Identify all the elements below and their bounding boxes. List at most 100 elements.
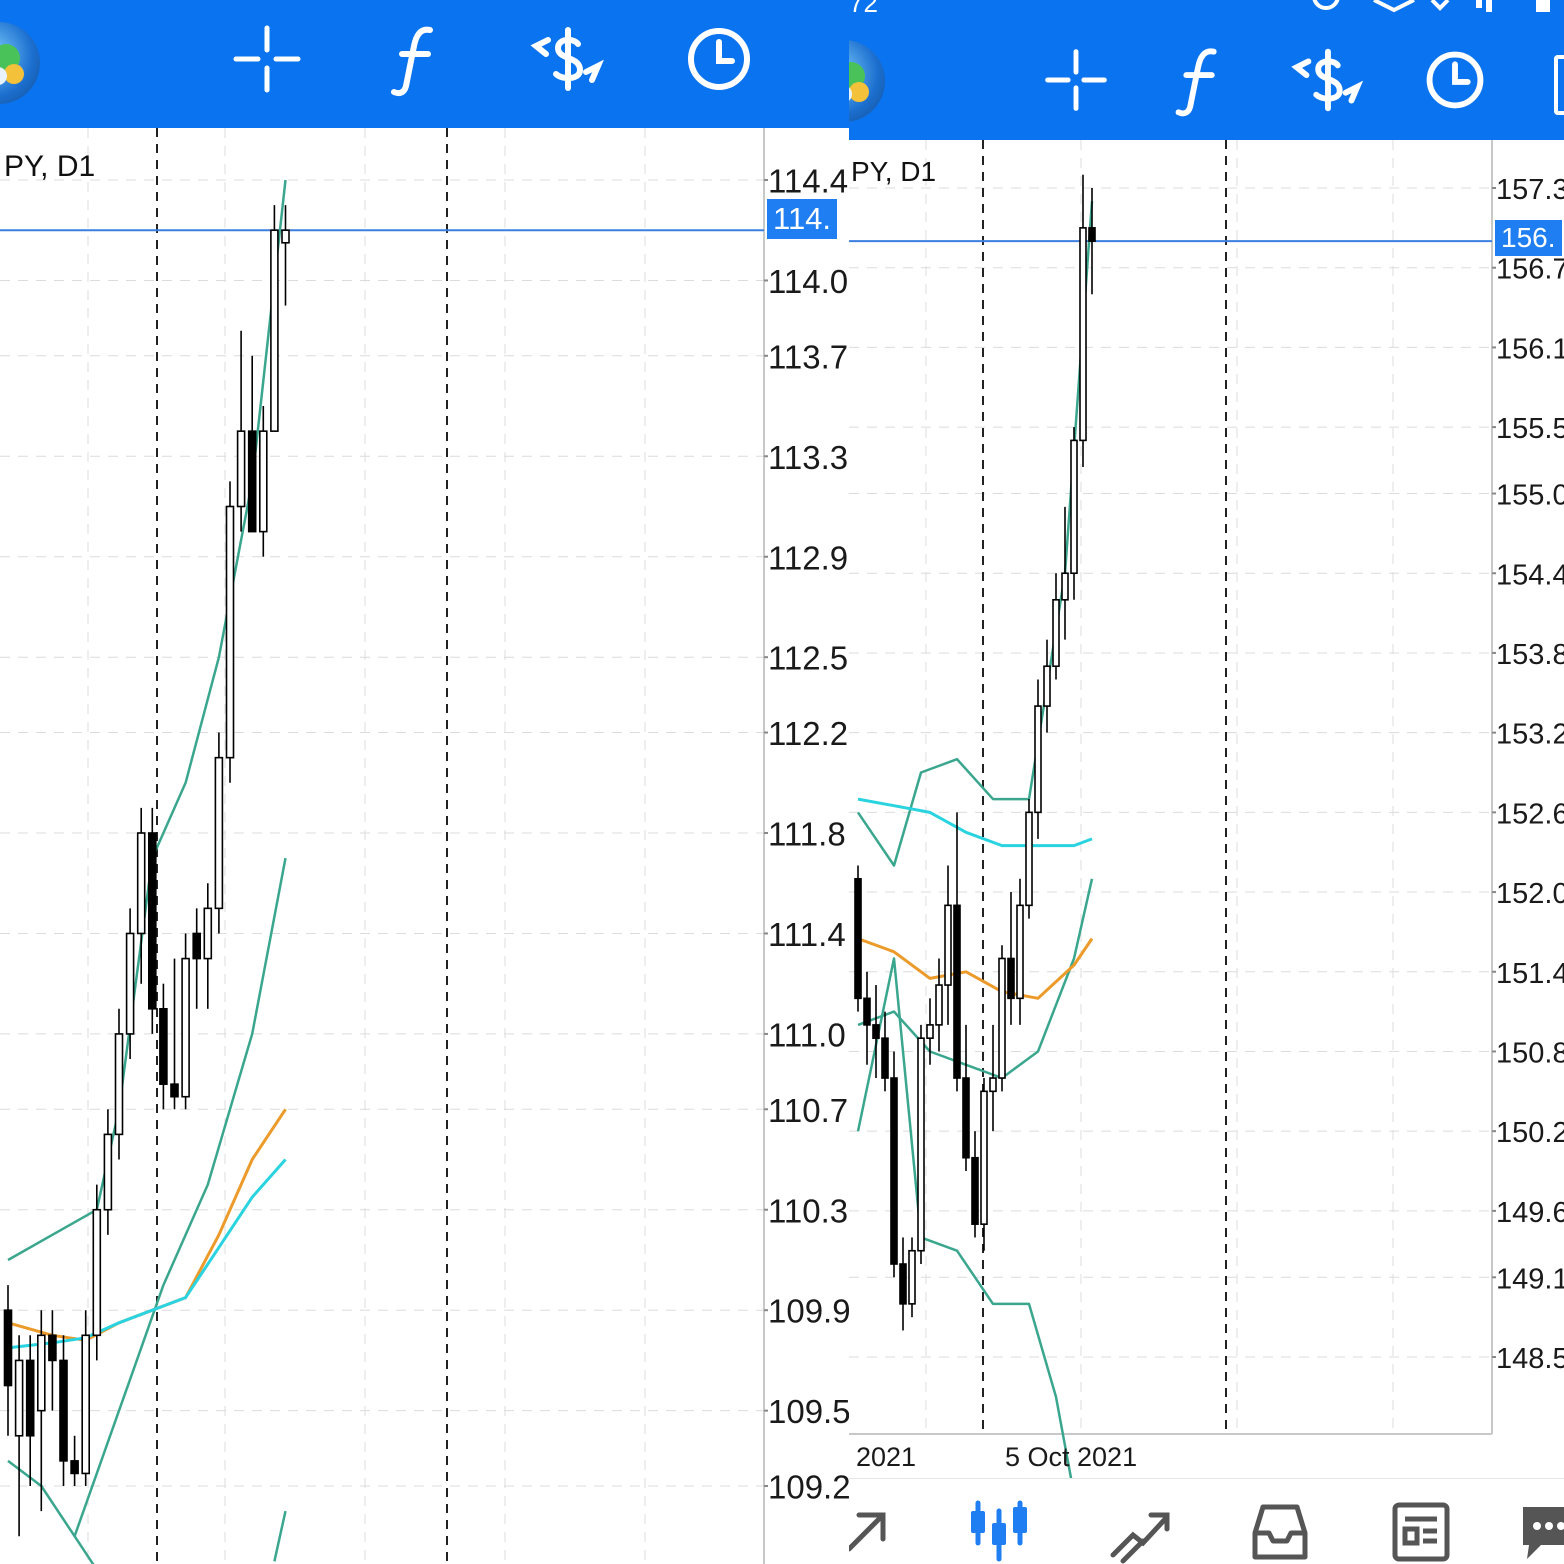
indicator-line bbox=[856, 201, 1094, 867]
trade-button[interactable] bbox=[1283, 36, 1371, 124]
candle bbox=[1070, 427, 1078, 600]
candle bbox=[192, 908, 201, 1009]
candle-body bbox=[281, 229, 290, 244]
candle bbox=[3, 1285, 13, 1436]
candle-body bbox=[214, 756, 224, 910]
nav-history[interactable] bbox=[1245, 1497, 1315, 1564]
candle-body bbox=[1034, 705, 1042, 814]
candle-body bbox=[872, 1024, 880, 1039]
candle bbox=[962, 1024, 970, 1172]
candle bbox=[59, 1335, 68, 1486]
candle-body bbox=[1043, 665, 1051, 707]
candle-body bbox=[25, 1359, 35, 1437]
candle bbox=[247, 355, 257, 533]
candle-body bbox=[863, 997, 871, 1026]
candle-body bbox=[1088, 227, 1096, 242]
candle bbox=[103, 1109, 113, 1235]
crosshair-button[interactable] bbox=[222, 14, 312, 104]
candle bbox=[872, 985, 880, 1079]
nav-chat[interactable] bbox=[1513, 1497, 1564, 1564]
nav-quotes[interactable] bbox=[849, 1497, 899, 1564]
price-axis-label: 112.9 bbox=[768, 539, 848, 576]
price-axis-label: 150.8 bbox=[1496, 1037, 1564, 1069]
candle bbox=[81, 1310, 90, 1486]
candle-body bbox=[1061, 572, 1069, 601]
candle bbox=[953, 812, 961, 1092]
candle bbox=[170, 958, 179, 1110]
price-chart-left[interactable]: 114.4 114.0 113.7 113.3 112.9 112.5 112.2 111.8… bbox=[0, 128, 849, 1564]
candle-body bbox=[3, 1309, 13, 1387]
nav-news[interactable] bbox=[1385, 1497, 1455, 1564]
candle bbox=[225, 481, 235, 783]
nav-trade[interactable] bbox=[1105, 1497, 1175, 1564]
current-price-tag: 156. bbox=[1495, 220, 1562, 256]
candle bbox=[148, 807, 157, 1034]
candle-body bbox=[103, 1133, 113, 1211]
app-logo[interactable] bbox=[0, 22, 40, 104]
price-chart-right[interactable]: 157.3 156.7 156.1 155.5 155.0 154.4 153.8 153.2… bbox=[849, 140, 1564, 1478]
candle bbox=[908, 1237, 916, 1318]
timeframe-button[interactable] bbox=[674, 14, 764, 104]
candle bbox=[70, 1435, 79, 1486]
candle bbox=[899, 1237, 907, 1331]
clock-icon bbox=[688, 28, 750, 90]
candle bbox=[236, 330, 246, 532]
candle bbox=[998, 945, 1006, 1092]
candle-body bbox=[935, 984, 943, 1026]
candle bbox=[881, 1011, 889, 1092]
price-axis-label: 157.3 bbox=[1496, 174, 1564, 206]
price-axis-label: 155.0 bbox=[1496, 480, 1564, 512]
candle-body bbox=[203, 907, 213, 960]
price-axis-label: 111.4 bbox=[768, 916, 846, 953]
time-axis-label: 2021 bbox=[856, 1442, 916, 1472]
chart-grid bbox=[0, 128, 765, 1564]
candle-body bbox=[48, 1334, 57, 1362]
candle bbox=[48, 1310, 57, 1411]
candle-body bbox=[908, 1249, 916, 1305]
candle bbox=[92, 1184, 102, 1361]
more-tools-edge[interactable] bbox=[1554, 55, 1564, 115]
candle-body bbox=[881, 1037, 889, 1079]
candle bbox=[214, 732, 224, 934]
app-logo[interactable] bbox=[849, 40, 885, 122]
candle bbox=[25, 1335, 35, 1486]
candle-body bbox=[953, 904, 961, 1079]
candle bbox=[854, 865, 862, 1012]
candle-body bbox=[1016, 904, 1024, 1000]
indicator-line bbox=[273, 1510, 287, 1562]
indicator-line bbox=[7, 1108, 287, 1342]
candle bbox=[989, 1024, 997, 1132]
candle-body bbox=[136, 832, 146, 935]
quotes-arrow-icon bbox=[849, 1512, 886, 1552]
candle bbox=[1061, 506, 1069, 640]
candle-body bbox=[944, 904, 952, 986]
price-axis-label: 111.8 bbox=[768, 816, 846, 853]
candle-body bbox=[258, 430, 268, 533]
indicators-button[interactable] bbox=[1157, 36, 1245, 124]
indicator-f-icon bbox=[391, 26, 433, 97]
candle bbox=[890, 1051, 898, 1278]
status-bar-time: 72 bbox=[849, 0, 878, 18]
candle-body bbox=[36, 1334, 46, 1412]
nav-chart[interactable] bbox=[964, 1497, 1034, 1564]
bottom-navigation bbox=[849, 1478, 1564, 1564]
history-tray-icon bbox=[1252, 1504, 1308, 1560]
chart-grid bbox=[849, 140, 1493, 1435]
candle bbox=[203, 883, 213, 1009]
candle-body bbox=[14, 1359, 24, 1437]
indicators-button[interactable] bbox=[372, 14, 462, 104]
chart-toolbar: 72 bbox=[849, 0, 1564, 140]
timeframe-button[interactable] bbox=[1411, 36, 1499, 124]
candle bbox=[980, 1078, 988, 1251]
candle-body bbox=[926, 1024, 934, 1039]
trade-button[interactable] bbox=[522, 14, 612, 104]
dollar-trade-icon bbox=[530, 27, 604, 91]
left-screenshot-panel: 114.4 114.0 113.7 113.3 112.9 112.5 112.2 111.8… bbox=[0, 0, 849, 1564]
clock-icon bbox=[1426, 51, 1484, 109]
price-axis-label: 149.6 bbox=[1496, 1197, 1564, 1229]
indicator-line bbox=[7, 1158, 287, 1350]
price-axis-label: 156.1 bbox=[1496, 333, 1564, 365]
crosshair-button[interactable] bbox=[1032, 36, 1120, 124]
price-axis-label: 110.3 bbox=[768, 1192, 848, 1229]
candle-body bbox=[1070, 439, 1078, 575]
